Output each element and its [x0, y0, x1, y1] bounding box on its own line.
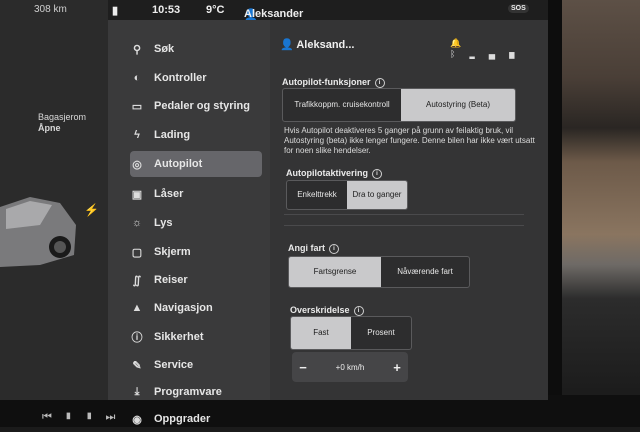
lte-signal-icon: ▂▄▆ — [469, 49, 529, 59]
sidebar-item-programvare[interactable]: ⤓ Programvare — [130, 379, 262, 405]
search-icon: ⚲ — [132, 43, 142, 56]
background-interior — [560, 0, 640, 427]
activation-title: Autopilotaktivering i — [286, 168, 383, 179]
autopilot-features-selector[interactable]: Trafikkoppm. cruisekontroll Autostyring … — [282, 88, 516, 122]
sun-icon: ☼ — [131, 217, 143, 229]
car-icon: ▭ — [131, 100, 143, 113]
range-display: 308 km — [34, 4, 67, 15]
trunk-label: Bagasjerom — [38, 112, 87, 122]
sos-button[interactable]: SOS — [508, 4, 529, 13]
status-icons: 🔔ᛒ▂▄▆ — [450, 38, 548, 59]
status-bar: ▮ 10:53 9°C 👤 Aleksander SOS — [108, 0, 548, 21]
download-icon: ⤓ — [134, 385, 140, 398]
charging-bolt-icon: ⚡ — [84, 203, 99, 217]
sidebar-item-autopilot[interactable]: ◎ Autopilot — [130, 151, 262, 177]
sidebar-item-reiser[interactable]: ∬ Reiser — [130, 267, 262, 293]
option-speed-limit[interactable]: Fartsgrense — [289, 257, 381, 287]
bolt-icon: ϟ — [134, 129, 140, 141]
screen-bezel — [548, 0, 562, 427]
outside-temp: 9°C — [206, 4, 225, 16]
decrease-button[interactable]: − — [292, 360, 314, 375]
info-icon: ⓘ — [131, 332, 143, 344]
media-controls[interactable]: ⏮▮▮⏭ — [42, 411, 127, 424]
option-fixed[interactable]: Fast — [291, 317, 351, 349]
wrench-icon: ✎ — [132, 359, 142, 372]
toggle-icon: ◐ — [133, 72, 141, 84]
autopilot-strike-notice: Hvis Autopilot deaktiveres 5 ganger på g… — [284, 126, 535, 155]
sidebar-item-lys[interactable]: ☼ Lys — [130, 210, 262, 236]
offset-type-selector[interactable]: Fast Prosent — [290, 316, 412, 350]
bag-icon: ◉ — [132, 413, 142, 426]
info-icon[interactable]: i — [353, 305, 364, 316]
sidebar-item-navigasjon[interactable]: ▲ Navigasjon — [130, 295, 262, 321]
sidebar-item-service[interactable]: ✎ Service — [130, 352, 262, 378]
trunk-action: Åpne — [38, 123, 61, 133]
settings-sidebar: ⚲ Søk ◐ Kontroller ▭ Pedaler og styring ϟ La… — [108, 20, 270, 426]
person-icon: 👤 — [280, 39, 294, 51]
info-icon[interactable]: i — [329, 243, 339, 254]
lock-icon: ▣ — [131, 188, 143, 201]
sidebar-item-oppgrader[interactable]: ◉ Oppgrader — [130, 406, 262, 432]
trunk-control[interactable]: Bagasjerom Åpne — [38, 112, 86, 134]
sidebar-item-kontroller[interactable]: ◐ Kontroller — [130, 65, 262, 91]
autopilot-features-title: Autopilot-funksjoner i — [282, 77, 385, 88]
settings-screen: ▮ 10:53 9°C 👤 Aleksander SOS ⚲ Søk ◐ Kontr… — [108, 0, 548, 426]
bluetooth-icon: ᛒ — [450, 49, 470, 59]
offset-value: +0 km/h — [335, 362, 365, 372]
clock: 10:53 — [152, 4, 181, 16]
option-traffic-aware-cruise[interactable]: Trafikkoppm. cruisekontroll — [283, 89, 401, 121]
option-double-pull[interactable]: Dra to ganger — [347, 181, 407, 209]
phone-key-icon: ▮ — [112, 5, 119, 17]
profile-selector[interactable]: 👤 Aleksand... — [280, 38, 354, 51]
sidebar-item-pedaler[interactable]: ▭ Pedaler og styring — [130, 93, 262, 119]
option-single-pull[interactable]: Enkelttrekk — [287, 181, 347, 209]
section-divider — [284, 225, 524, 226]
sidebar-item-skjerm[interactable]: ▢ Skjerm — [130, 239, 262, 265]
driver-name: Aleksander — [244, 8, 304, 20]
steering-wheel-icon: ◎ — [132, 158, 142, 171]
speed-offset-stepper: − +0 km/h + — [292, 352, 408, 382]
set-speed-title: Angi fart i — [288, 243, 339, 254]
autopilot-settings-pane: 👤 Aleksand... 🔔ᛒ▂▄▆ Autopilot-funksjoner… — [270, 20, 548, 400]
option-autosteer-beta[interactable]: Autostyring (Beta) — [401, 89, 515, 121]
set-speed-selector[interactable]: Fartsgrense Nåværende fart — [288, 256, 470, 288]
car-image — [0, 197, 76, 267]
display-icon: ▢ — [131, 246, 143, 259]
car-panel: 308 km Bagasjerom Åpne ⚡ — [0, 0, 108, 400]
section-divider — [284, 214, 524, 215]
profile-name: Aleksand... — [296, 39, 355, 51]
offset-title: Overskridelse i — [290, 305, 364, 316]
increase-button[interactable]: + — [386, 360, 408, 375]
sidebar-item-lading[interactable]: ϟ Lading — [130, 122, 262, 148]
alarm-bell-icon[interactable]: 🔔 — [450, 38, 475, 48]
route-icon: ∬ — [132, 274, 142, 287]
info-icon[interactable]: i — [372, 168, 383, 179]
option-percent[interactable]: Prosent — [351, 317, 411, 349]
navigation-icon: ▲ — [131, 302, 143, 314]
info-icon[interactable]: i — [374, 77, 385, 88]
sidebar-item-sok[interactable]: ⚲ Søk — [130, 36, 262, 62]
activation-selector[interactable]: Enkelttrekk Dra to ganger — [286, 180, 408, 210]
sidebar-item-laser[interactable]: ▣ Låser — [130, 181, 262, 207]
option-current-speed[interactable]: Nåværende fart — [381, 257, 469, 287]
sidebar-item-sikkerhet[interactable]: ⓘ Sikkerhet — [130, 324, 262, 350]
